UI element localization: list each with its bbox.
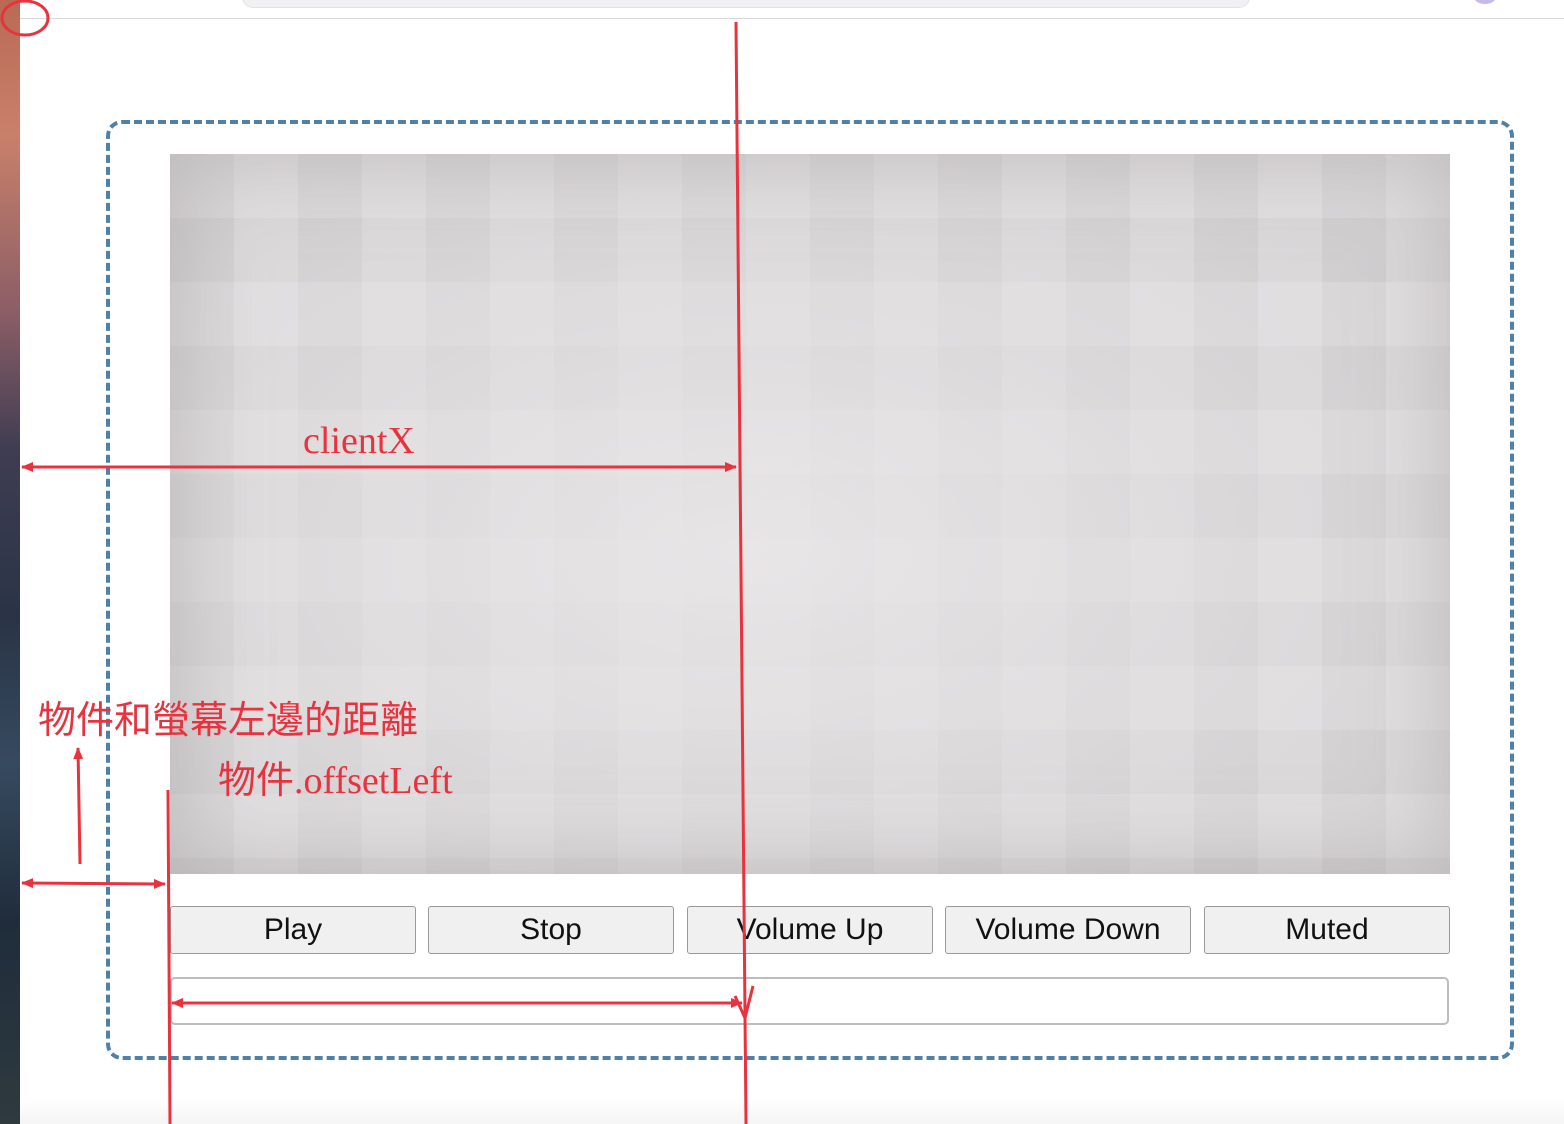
muted-button[interactable]: Muted xyxy=(1204,906,1450,954)
address-bar[interactable] xyxy=(242,0,1250,8)
profile-avatar[interactable] xyxy=(1474,0,1496,4)
distance-label: 物件和螢幕左邊的距離 xyxy=(38,700,419,742)
volume-down-button[interactable]: Volume Down xyxy=(945,906,1191,954)
page-bottom-shade xyxy=(20,1098,1564,1124)
desktop-wallpaper-strip xyxy=(0,0,20,1124)
offsetleft-label: 物件.offsetLeft xyxy=(218,760,453,802)
stop-button[interactable]: Stop xyxy=(428,906,674,954)
volume-up-button[interactable]: Volume Up xyxy=(687,906,933,954)
progress-bar[interactable] xyxy=(170,977,1449,1025)
play-button[interactable]: Play xyxy=(170,906,416,954)
player-controls: Play Stop Volume Up Volume Down Muted xyxy=(170,906,1450,954)
clientx-label: clientX xyxy=(303,420,415,462)
browser-toolbar xyxy=(20,0,1564,19)
